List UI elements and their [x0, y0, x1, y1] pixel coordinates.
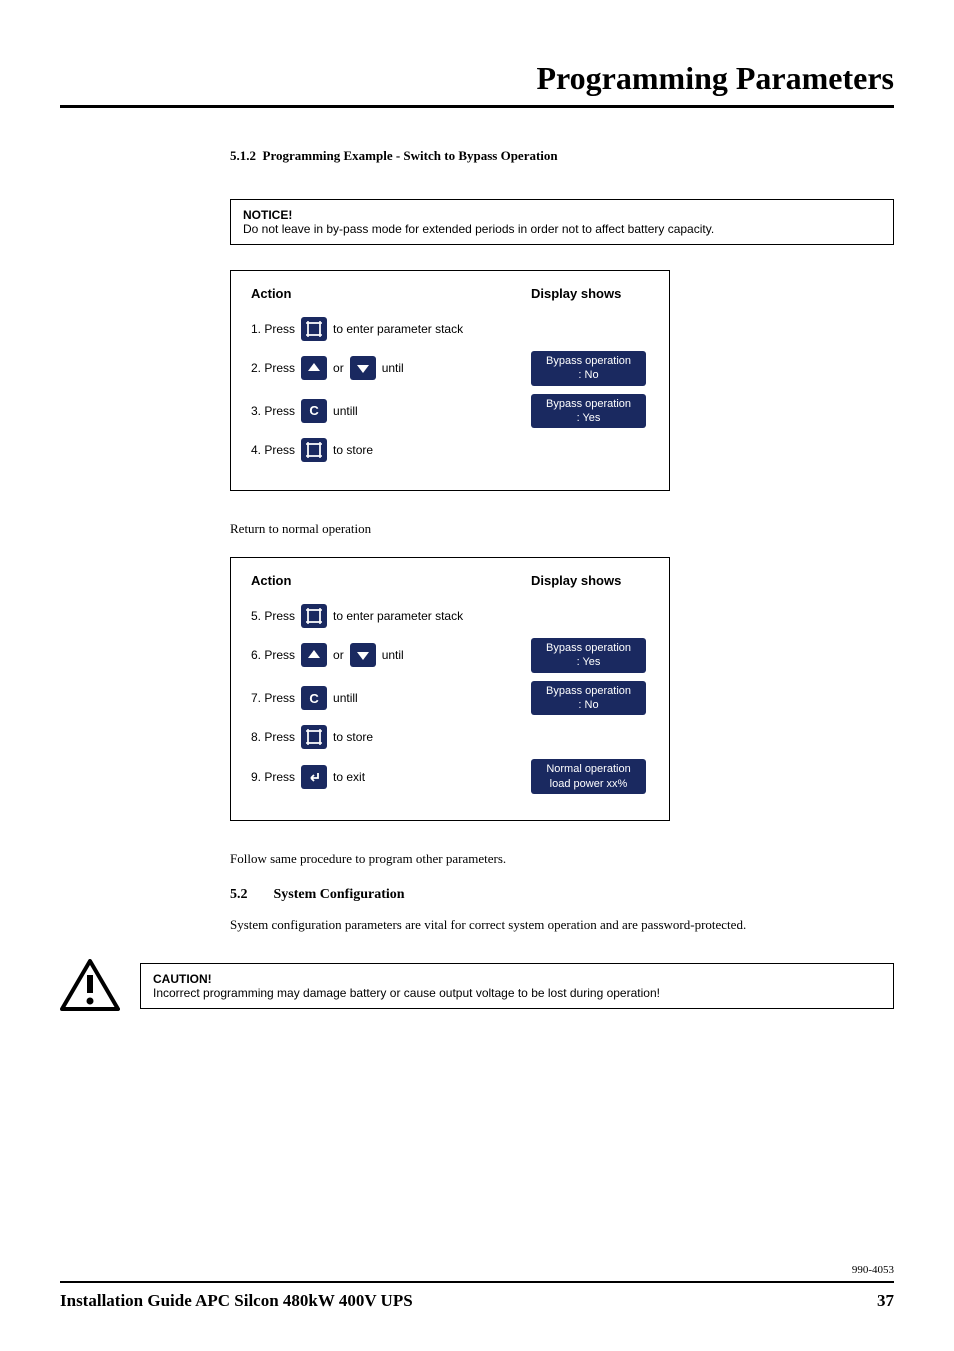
step-label: 6. Press [251, 648, 295, 662]
step-after: to exit [333, 770, 365, 784]
display-line-1: Bypass operation [539, 397, 638, 411]
step-after: untill [333, 404, 358, 418]
up-arrow-icon [301, 356, 327, 380]
table-row: 1. Press to enter parameter stack [251, 315, 649, 343]
display-line-2: : No [539, 368, 638, 382]
step-after: to store [333, 730, 373, 744]
notice-box: NOTICE! Do not leave in by-pass mode for… [230, 199, 894, 245]
step-label: 3. Press [251, 404, 295, 418]
display-line-1: Normal operation [539, 762, 638, 776]
down-arrow-icon [350, 643, 376, 667]
step-after: untill [333, 691, 358, 705]
subsection-number: 5.1.2 [230, 148, 256, 163]
display-line-1: Bypass operation [539, 641, 638, 655]
subsection-title-text: Programming Example - Switch to Bypass O… [263, 148, 558, 163]
section-number: 5.2 [230, 887, 270, 903]
follow-text: Follow same procedure to program other p… [230, 851, 894, 867]
table-row: 7. Press C untill Bypass operation : No [251, 681, 649, 716]
subsection-heading: 5.1.2 Programming Example - Switch to By… [230, 148, 894, 164]
display-line-1: Bypass operation [539, 684, 638, 698]
warning-icon [60, 959, 120, 1011]
step-after: to store [333, 443, 373, 457]
page-number: 37 [877, 1291, 894, 1311]
table-row: 9. Press to exit Normal operation load p… [251, 759, 649, 794]
step-after: until [382, 648, 404, 662]
step-label: 5. Press [251, 609, 295, 623]
table-header-display: Display shows [531, 573, 621, 588]
display-box: Normal operation load power xx% [531, 759, 646, 794]
display-box: Bypass operation : No [531, 681, 646, 716]
caution-text: Incorrect programming may damage battery… [153, 986, 881, 1000]
page-footer: Installation Guide APC Silcon 480kW 400V… [60, 1281, 894, 1311]
caution-label: CAUTION! [153, 972, 881, 986]
frame-icon [301, 604, 327, 628]
action-table-1: Action Display shows 1. Press to enter p… [230, 270, 670, 491]
table-row: 5. Press to enter parameter stack [251, 602, 649, 630]
display-line-2: : No [539, 698, 638, 712]
c-button-icon: C [301, 399, 327, 423]
step-mid: or [333, 361, 344, 375]
c-button-icon: C [301, 686, 327, 710]
display-box: Bypass operation : Yes [531, 638, 646, 673]
display-box: Bypass operation : No [531, 351, 646, 386]
step-after: to enter parameter stack [333, 609, 463, 623]
table-row: 2. Press or until Bypass operation : No [251, 351, 649, 386]
table-header-action: Action [251, 286, 531, 301]
frame-icon [301, 317, 327, 341]
caution-box: CAUTION! Incorrect programming may damag… [140, 963, 894, 1009]
notice-text: Do not leave in by-pass mode for extende… [243, 222, 881, 236]
step-label: 4. Press [251, 443, 295, 457]
table-row: 6. Press or until Bypass operation : Yes [251, 638, 649, 673]
table-header-action: Action [251, 573, 531, 588]
chapter-title: Programming Parameters [60, 60, 894, 108]
action-table-2: Action Display shows 5. Press to enter p… [230, 557, 670, 821]
table-row: 8. Press to store [251, 723, 649, 751]
step-label: 7. Press [251, 691, 295, 705]
frame-icon [301, 725, 327, 749]
table-row: 4. Press to store [251, 436, 649, 464]
return-text: Return to normal operation [230, 521, 894, 537]
footer-title: Installation Guide APC Silcon 480kW 400V… [60, 1291, 413, 1311]
step-label: 2. Press [251, 361, 295, 375]
step-label: 8. Press [251, 730, 295, 744]
notice-label: NOTICE! [243, 208, 881, 222]
section-title-text: System Configuration [274, 887, 405, 902]
section-body: System configuration parameters are vita… [230, 917, 894, 933]
display-line-1: Bypass operation [539, 354, 638, 368]
document-number: 990-4053 [852, 1264, 894, 1276]
enter-icon [301, 765, 327, 789]
step-label: 9. Press [251, 770, 295, 784]
up-arrow-icon [301, 643, 327, 667]
step-mid: or [333, 648, 344, 662]
table-row: 3. Press C untill Bypass operation : Yes [251, 394, 649, 429]
down-arrow-icon [350, 356, 376, 380]
step-after: until [382, 361, 404, 375]
section-heading: 5.2 System Configuration [230, 887, 894, 903]
display-box: Bypass operation : Yes [531, 394, 646, 429]
display-line-2: load power xx% [539, 777, 638, 791]
frame-icon [301, 438, 327, 462]
display-line-2: : Yes [539, 655, 638, 669]
step-after: to enter parameter stack [333, 322, 463, 336]
step-label: 1. Press [251, 322, 295, 336]
table-header-display: Display shows [531, 286, 621, 301]
display-line-2: : Yes [539, 411, 638, 425]
